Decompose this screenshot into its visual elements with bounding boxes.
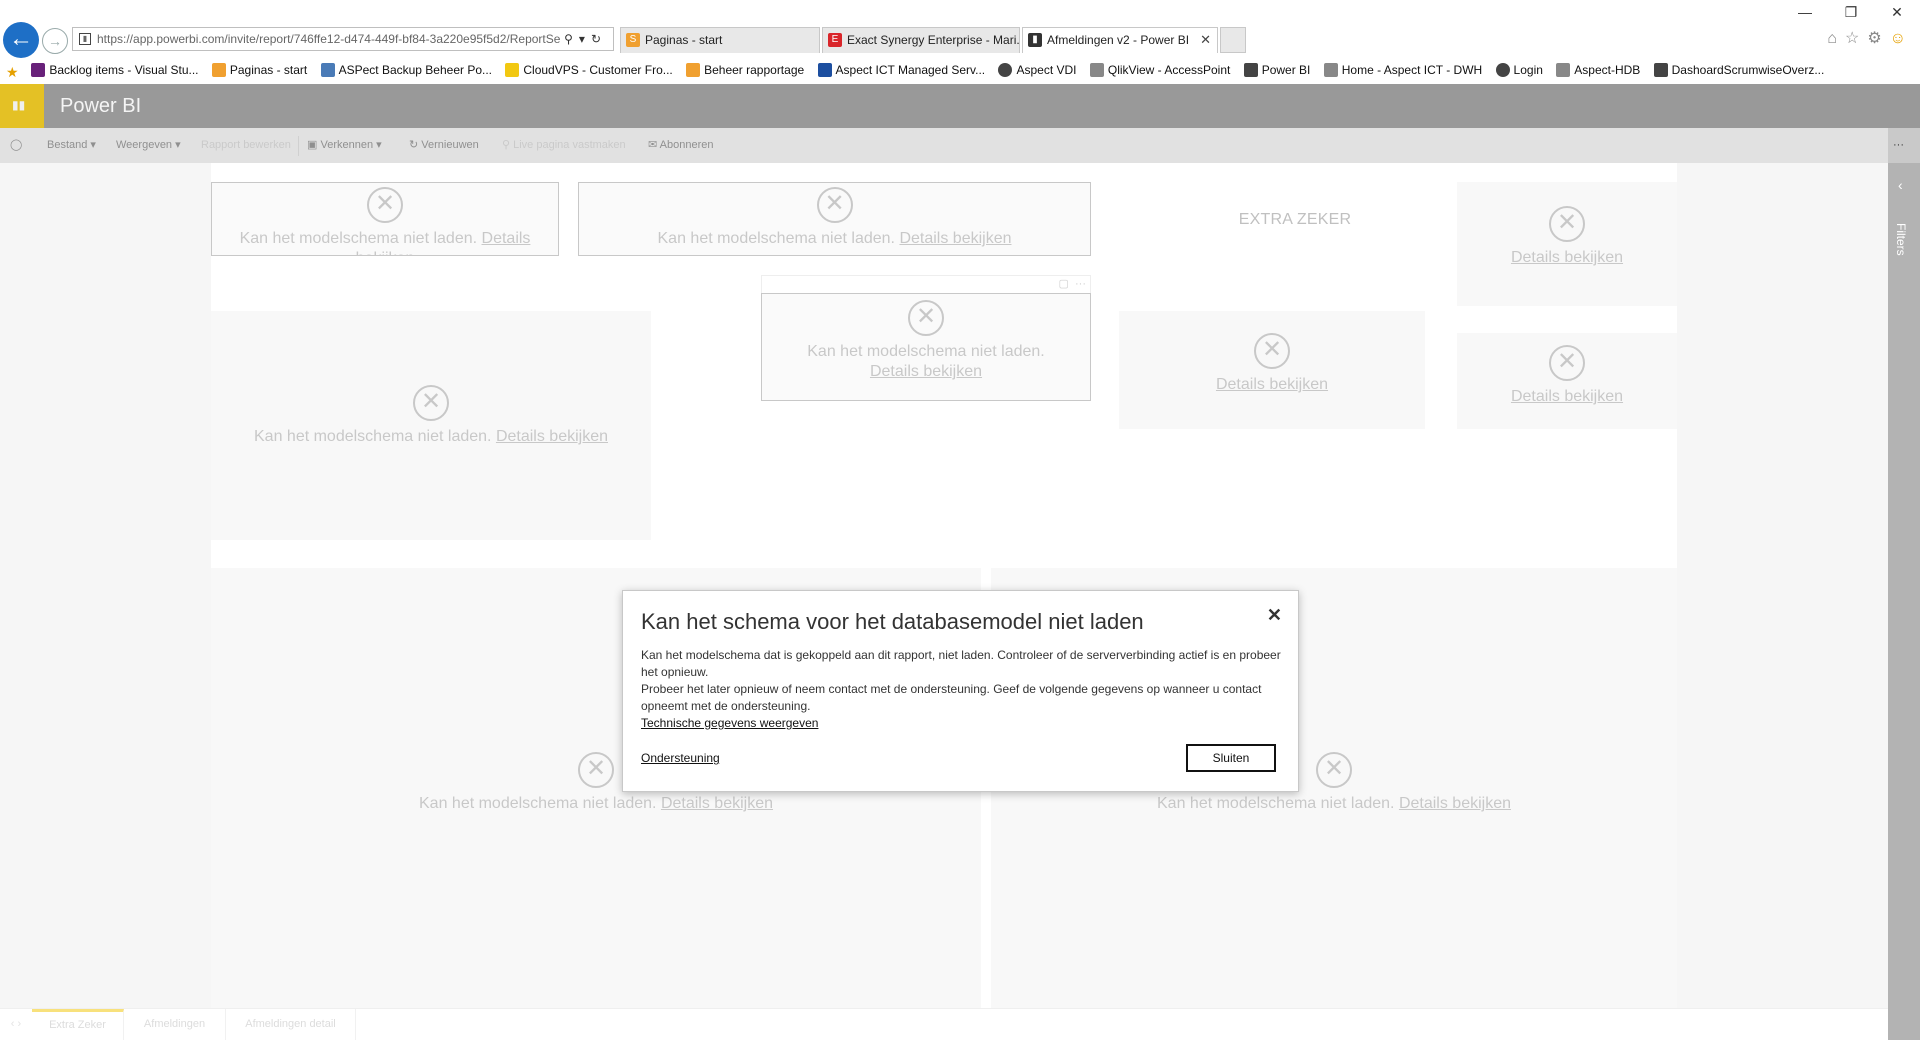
filters-pane[interactable]: ‹ Filters xyxy=(1888,163,1920,1040)
bookmark-label: Paginas - start xyxy=(229,63,308,77)
bookmark-label: QlikView - AccessPoint xyxy=(1107,63,1231,77)
bookmark-label: ASPect Backup Beheer Po... xyxy=(338,63,493,77)
tab-afmeldingen[interactable]: ▮ Afmeldingen v2 - Power BI ✕ xyxy=(1022,27,1218,53)
support-link[interactable]: Ondersteuning xyxy=(641,751,720,765)
cloudvps-icon xyxy=(505,63,520,77)
backup-icon xyxy=(320,63,335,77)
home-icon[interactable]: ⌂ xyxy=(1827,30,1845,47)
tab-paginas-start[interactable]: S Paginas - start xyxy=(620,27,820,53)
bookmarks-bar: ★ Backlog items - Visual Stu... Paginas … xyxy=(0,58,1920,82)
chevron-left-icon[interactable]: ‹ xyxy=(1898,177,1903,193)
powerbi-icon xyxy=(1243,63,1258,77)
bookmark-item[interactable]: ASPect Backup Beheer Po... xyxy=(320,58,493,82)
bookmark-label: Home - Aspect ICT - DWH xyxy=(1341,63,1483,77)
tab-label: Paginas - start xyxy=(645,33,723,47)
powerbi-site-icon: ▮ xyxy=(79,33,91,45)
bookmark-label: Aspect ICT Managed Serv... xyxy=(835,63,986,77)
bookmark-item[interactable]: Power BI xyxy=(1243,58,1311,82)
bookmark-label: Login xyxy=(1513,63,1543,77)
bookmark-label: CloudVPS - Customer Fro... xyxy=(523,63,673,77)
error-dialog: Kan het schema voor het databasemodel ni… xyxy=(622,590,1299,792)
bookmark-label: Aspect VDI xyxy=(1016,63,1077,77)
bookmark-item[interactable]: Login xyxy=(1495,58,1543,82)
new-tab-button[interactable] xyxy=(1220,27,1246,53)
close-window-icon[interactable]: ✕ xyxy=(1874,0,1920,24)
sharepoint-icon xyxy=(211,63,226,77)
powerbi-icon xyxy=(1653,63,1668,77)
restore-icon[interactable]: ❐ xyxy=(1828,0,1874,24)
powerbi-icon: ▮ xyxy=(1028,33,1042,47)
bookmark-item[interactable]: Beheer rapportage xyxy=(686,58,804,82)
bookmark-item[interactable]: Paginas - start xyxy=(211,58,308,82)
page-icon xyxy=(1089,63,1104,77)
address-tools[interactable]: ⚲▾↻ xyxy=(564,28,607,50)
bookmark-label: Power BI xyxy=(1261,63,1311,77)
sharepoint-icon: S xyxy=(626,33,640,47)
bookmark-label: Backlog items - Visual Stu... xyxy=(49,63,199,77)
powerbi-logo-icon[interactable]: ▮▮ xyxy=(0,84,44,128)
tab-label: Exact Synergy Enterprise - Mari... xyxy=(847,33,1020,47)
technical-details-link[interactable]: Technische gegevens weergeven xyxy=(641,715,818,732)
bookmark-item[interactable]: DashoardScrumwiseOverz... xyxy=(1653,58,1825,82)
window-controls: — ❐ ✕ xyxy=(1782,0,1920,24)
vdi-icon xyxy=(998,63,1013,77)
exact-icon: E xyxy=(828,33,842,47)
address-url: https://app.powerbi.com/invite/report/74… xyxy=(97,32,561,46)
back-arrow-icon[interactable]: ← xyxy=(3,22,39,58)
bookmark-item[interactable]: CloudVPS - Customer Fro... xyxy=(505,58,673,82)
forward-arrow-icon[interactable]: → xyxy=(42,28,68,54)
smiley-feedback-icon[interactable]: ☺ xyxy=(1890,30,1914,47)
navigation-bar: ← → ▮ https://app.powerbi.com/invite/rep… xyxy=(0,22,1920,58)
tab-exact-synergy[interactable]: E Exact Synergy Enterprise - Mari... xyxy=(822,27,1020,53)
favorites-add-icon[interactable]: ★ xyxy=(6,60,24,84)
address-bar[interactable]: ▮ https://app.powerbi.com/invite/report/… xyxy=(72,27,614,51)
bookmark-label: Beheer rapportage xyxy=(704,63,805,77)
app-title: Power BI xyxy=(60,95,142,117)
tab-close-icon[interactable]: ✕ xyxy=(1200,28,1211,52)
bookmark-item[interactable]: Aspect-HDB xyxy=(1556,58,1640,82)
close-icon[interactable]: ✕ xyxy=(1267,605,1282,626)
aspect-icon xyxy=(817,63,832,77)
bookmark-item[interactable]: Backlog items - Visual Stu... xyxy=(31,58,199,82)
close-button[interactable]: Sluiten xyxy=(1186,744,1276,772)
tab-label: Afmeldingen v2 - Power BI xyxy=(1047,33,1190,47)
sharepoint-icon xyxy=(686,63,701,77)
visual-studio-icon xyxy=(31,63,46,77)
bookmark-item[interactable]: Aspect ICT Managed Serv... xyxy=(817,58,986,82)
dialog-body: Kan het modelschema dat is gekoppeld aan… xyxy=(641,647,1281,732)
dialog-title: Kan het schema voor het databasemodel ni… xyxy=(641,609,1144,634)
page-icon xyxy=(1323,63,1338,77)
more-options-icon[interactable]: ··· xyxy=(1893,128,1904,163)
bookmark-item[interactable]: QlikView - AccessPoint xyxy=(1089,58,1231,82)
app-header: ▮▮ Power BI xyxy=(0,84,1920,128)
minimize-icon[interactable]: — xyxy=(1782,0,1828,24)
browser-chrome: — ❐ ✕ ← → ▮ https://app.powerbi.com/invite… xyxy=(0,0,1920,84)
dialog-message-1: Kan het modelschema dat is gekoppeld aan… xyxy=(641,648,1281,679)
favorites-star-icon[interactable]: ☆ xyxy=(1845,30,1867,47)
browser-tools: ⌂☆⚙☺ xyxy=(1827,28,1914,48)
settings-gear-icon[interactable]: ⚙ xyxy=(1867,30,1889,47)
bookmark-item[interactable]: Aspect VDI xyxy=(998,58,1077,82)
login-icon xyxy=(1495,63,1510,77)
dialog-message-2: Probeer het later opnieuw of neem contac… xyxy=(641,682,1262,713)
bookmark-item[interactable]: Home - Aspect ICT - DWH xyxy=(1323,58,1483,82)
bookmark-label: DashoardScrumwiseOverz... xyxy=(1671,63,1825,77)
filters-label: Filters xyxy=(1894,223,1908,256)
bookmark-label: Aspect-HDB xyxy=(1574,63,1641,77)
page-icon xyxy=(1556,63,1571,77)
modal-overlay: Kan het schema voor het databasemodel ni… xyxy=(0,128,1888,1040)
